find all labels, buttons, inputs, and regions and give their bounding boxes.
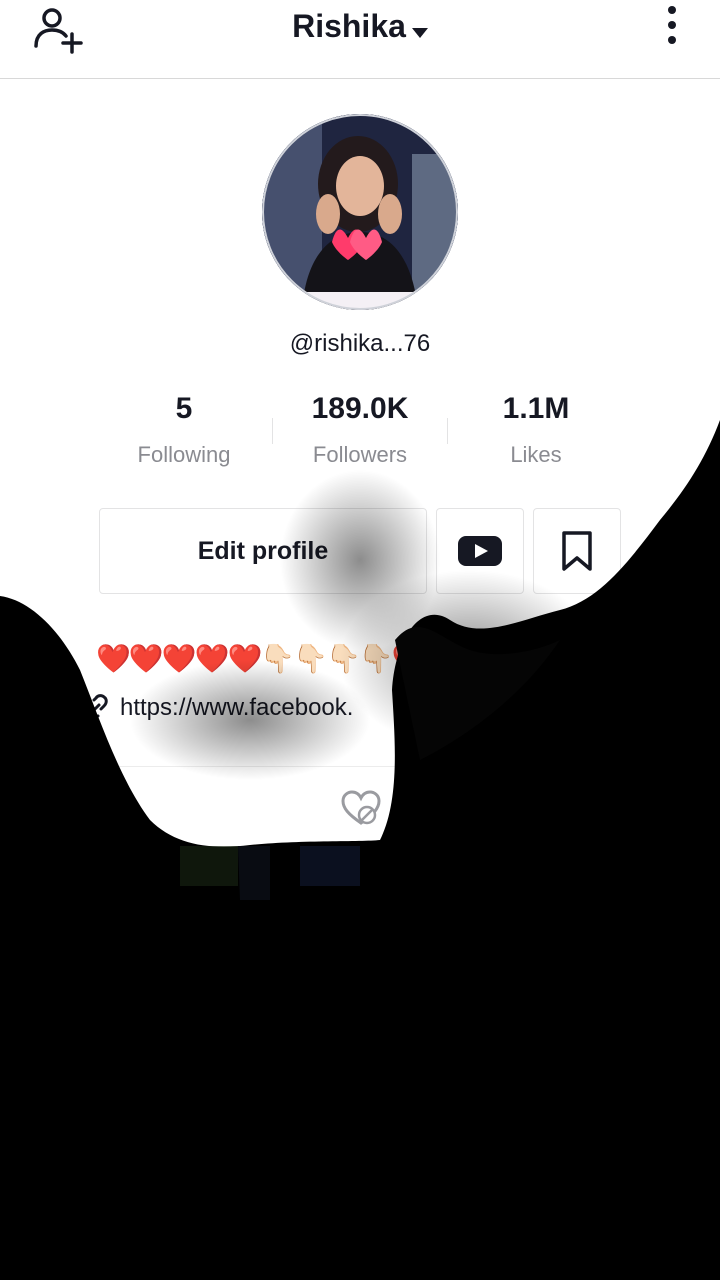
content-tabs [0,766,720,849]
profile-page: Rishika @rishika...76 5 Following 189.0K… [0,0,720,1280]
likes-label: Likes [510,442,562,467]
link-icon [84,694,108,722]
following-label: Following [137,442,231,467]
stat-followers[interactable]: 189.0K Followers [275,392,445,468]
bio-text: ❤️❤️❤️❤️❤️👇🏻👇🏻👇🏻👇🏻❤️❤️ [96,643,459,674]
bio-link[interactable]: https://www.facebook. [82,694,353,722]
account-switcher[interactable]: Rishika [0,8,720,45]
caret-down-icon [411,27,428,38]
stat-divider [272,418,273,444]
more-vertical-icon[interactable] [664,6,680,50]
top-bar: Rishika [0,0,720,79]
page-title: Rishika [292,8,406,44]
stat-divider [447,418,448,444]
favorites-button[interactable] [533,508,621,594]
edit-profile-button[interactable]: Edit profile [99,508,427,594]
followers-label: Followers [312,442,408,467]
avatar[interactable] [262,114,458,310]
youtube-button[interactable] [436,508,524,594]
stat-likes[interactable]: 1.1M Likes [451,392,621,468]
bio-link-text: https://www.facebook. [120,694,354,721]
following-count: 5 [175,392,193,425]
grid-icon[interactable] [102,791,138,823]
bookmark-icon [562,531,592,571]
stat-following[interactable]: 5 Following [99,392,269,468]
hidden-likes-icon[interactable] [340,789,382,827]
followers-count: 189.0K [311,392,409,425]
youtube-icon [458,536,502,566]
username-handle: @rishika...76 [289,330,431,357]
likes-count: 1.1M [502,392,570,425]
